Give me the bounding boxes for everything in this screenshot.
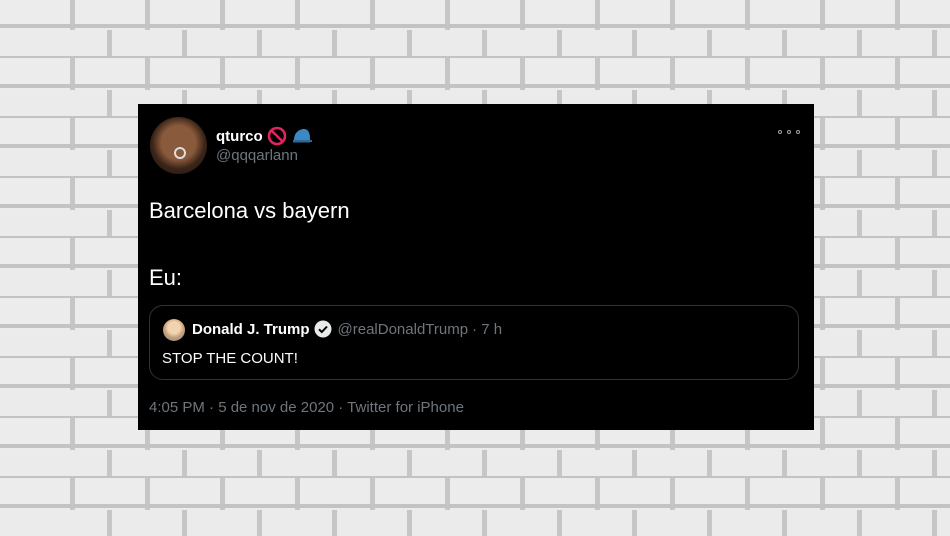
tweet-text-line: Barcelona vs bayern [149, 198, 350, 223]
more-options-icon[interactable] [778, 124, 800, 140]
tweet-text-line: Eu: [149, 265, 183, 290]
brick-wall-row [0, 510, 950, 536]
brick-wall-row [0, 450, 950, 476]
quote-author-handle: @realDonaldTrump [337, 320, 469, 338]
quote-author-name: Donald J. Trump [192, 320, 310, 338]
quoted-tweet[interactable]: Donald J. Trump @realDonaldTrump · 7 h S… [149, 305, 799, 380]
cap-icon [291, 126, 313, 146]
quote-author-avatar [163, 319, 185, 341]
quote-text: STOP THE COUNT! [162, 350, 298, 367]
quote-age: · 7 h [472, 320, 503, 338]
author-handle[interactable]: @qqqarlann [216, 147, 298, 164]
brick-wall-row [0, 30, 950, 56]
tweet-timestamp[interactable]: 4:05 PM · 5 de nov de 2020 · Twitter for… [149, 399, 464, 416]
tweet-card[interactable]: qturco @qqqarlann Barcelona vs bayern Eu… [138, 104, 814, 430]
quote-header: Donald J. Trump @realDonaldTrump · 7 h [192, 320, 502, 338]
author-avatar[interactable] [150, 117, 207, 174]
author-name[interactable]: qturco [216, 128, 263, 145]
verified-badge-icon [314, 320, 332, 338]
no-entry-icon [267, 126, 287, 146]
author-name-row[interactable]: qturco [216, 126, 313, 146]
